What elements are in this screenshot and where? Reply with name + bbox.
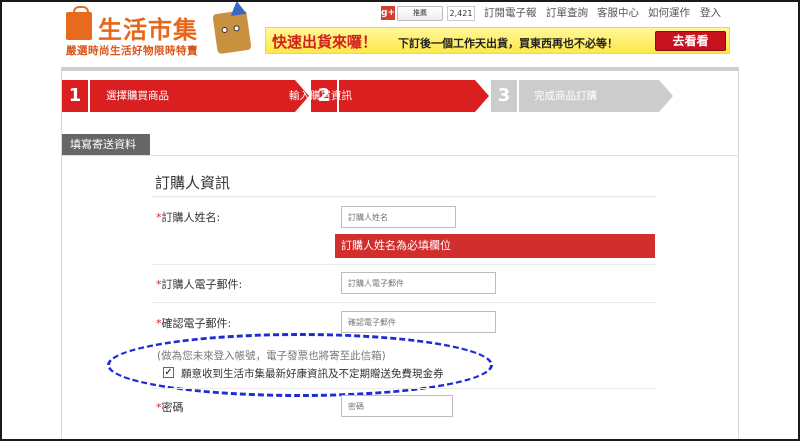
banner-headline: 快速出貨來囉！ [272, 33, 378, 51]
buyer-email-label: *訂購人電子郵件: [156, 278, 243, 291]
banner-go-button[interactable]: 去看看 [655, 31, 726, 51]
step-2-arrow [475, 80, 489, 112]
step-3-number: 3 [497, 85, 511, 106]
name-error-message: 訂購人姓名為必填欄位 [335, 234, 655, 258]
step-1-label: 選擇購買商品 [106, 90, 169, 102]
site-logo[interactable]: 生活市集 嚴選時尚生活好物限時特賣 [66, 6, 216, 57]
logo-slogan: 嚴選時尚生活好物限時特賣 [66, 45, 198, 57]
confirm-email-input[interactable] [341, 311, 496, 333]
shopping-bag-icon [66, 6, 92, 40]
step-1-number: 1 [68, 85, 82, 106]
customer-service-link[interactable]: 客服中心 [597, 5, 639, 20]
logo-title: 生活市集 [98, 16, 198, 44]
login-link[interactable]: 登入 [700, 5, 721, 20]
row-divider [152, 302, 657, 303]
section-tab-shipping: 填寫寄送資料 [62, 134, 150, 156]
step-2-bar [339, 80, 475, 112]
buyer-name-label: *訂購人姓名: [156, 211, 221, 224]
mascot-icon [212, 9, 252, 55]
promo-banner[interactable]: 快速出貨來囉！ 下訂後一個工作天出貨，買東西再也不必等！ 去看看 [265, 27, 730, 54]
recommend-button[interactable]: 推薦 [397, 6, 443, 21]
how-it-works-link[interactable]: 如何運作 [648, 5, 690, 20]
form-title-divider [152, 196, 657, 197]
section-divider [62, 155, 738, 156]
banner-subtext: 下訂後一個工作天出貨，買東西再也不必等！ [398, 37, 618, 50]
order-lookup-link[interactable]: 訂單查詢 [546, 5, 588, 20]
confirm-email-label: *確認電子郵件: [156, 317, 232, 330]
row-divider [152, 388, 657, 389]
password-label: *密碼 [156, 401, 184, 414]
step-2-label: 輸入購買資訊 [289, 90, 352, 102]
step-3-arrow [659, 80, 673, 112]
password-input[interactable] [341, 395, 453, 417]
buyer-email-input[interactable] [341, 272, 496, 294]
recommend-count: 2,421 [447, 6, 475, 21]
form-title: 訂購人資訊 [155, 174, 231, 192]
row-divider [152, 264, 657, 265]
step-3-label: 完成商品訂購 [534, 90, 597, 102]
google-plus-icon[interactable]: g+ [381, 6, 395, 20]
buyer-name-input[interactable] [341, 206, 456, 228]
subscribe-newsletter-link[interactable]: 訂閱電子報 [484, 5, 537, 20]
